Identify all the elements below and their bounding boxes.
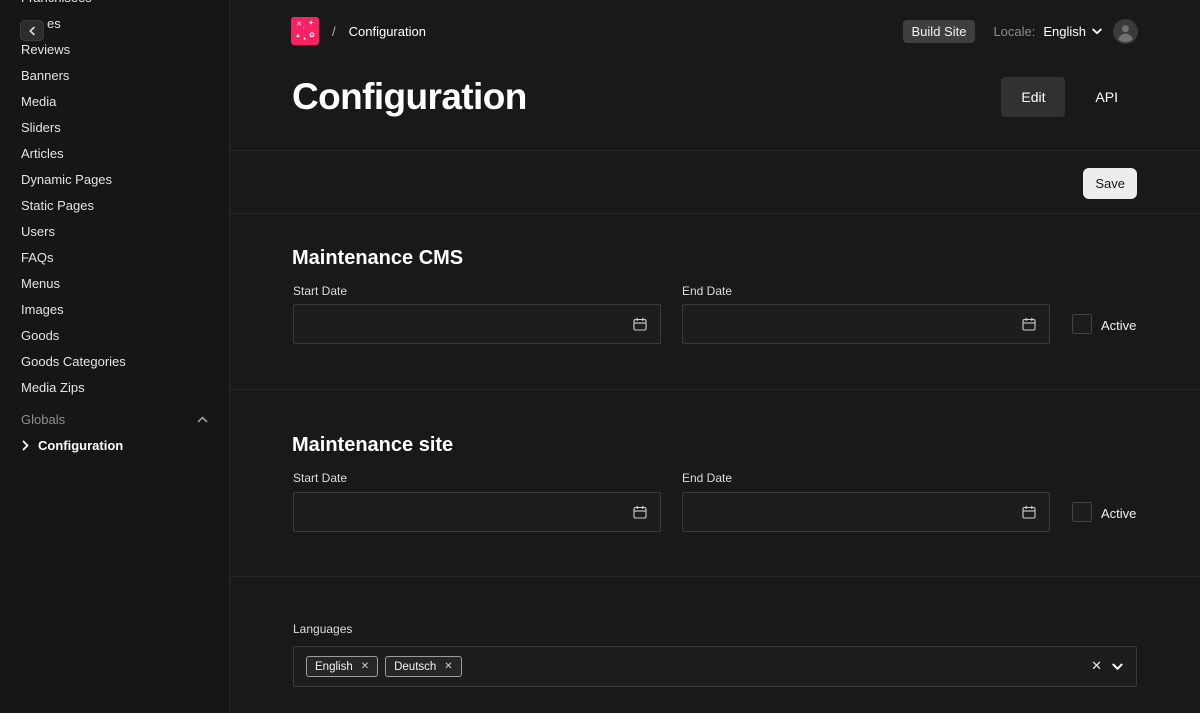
sidebar-item-sliders[interactable]: Sliders — [0, 115, 229, 141]
sidebar-item-franchisees[interactable]: Franchisees — [0, 0, 229, 11]
end-date-label: End Date — [682, 284, 732, 298]
start-date-field — [293, 304, 661, 344]
sidebar-item-media[interactable]: Media — [0, 89, 229, 115]
languages-label: Languages — [293, 622, 352, 636]
end-date-input[interactable] — [682, 304, 1050, 344]
chevron-down-icon — [1092, 28, 1102, 35]
user-avatar[interactable] — [1113, 19, 1138, 44]
sidebar-collapse-button[interactable] — [20, 20, 44, 41]
end-date-field — [682, 492, 1050, 532]
locale-select[interactable]: English — [1043, 24, 1102, 39]
calendar-icon[interactable] — [633, 317, 647, 331]
start-date-label: Start Date — [293, 471, 347, 485]
chevron-right-icon — [22, 440, 29, 451]
logo-speck-gear: ✿ — [309, 32, 315, 39]
start-date-label: Start Date — [293, 284, 347, 298]
breadcrumb-current[interactable]: Configuration — [349, 24, 426, 39]
sidebar: Franchisees es Reviews Banners Media Sli… — [0, 0, 230, 713]
active-checkbox[interactable] — [1072, 502, 1092, 522]
remove-tag-icon[interactable]: ✕ — [444, 661, 452, 672]
configuration-label: Configuration — [38, 438, 123, 453]
sidebar-item-media-zips[interactable]: Media Zips — [0, 375, 229, 401]
section-title: Maintenance CMS — [292, 247, 463, 270]
header-actions: Build Site Locale: English — [903, 19, 1138, 44]
breadcrumb: ✕ ✦ ▲ ● ✿ ▪ / Configuration Build Site L… — [291, 17, 1138, 45]
sidebar-item-articles[interactable]: Articles — [0, 141, 229, 167]
calendar-icon[interactable] — [1022, 505, 1036, 519]
sidebar-item-dynamic-pages[interactable]: Dynamic Pages — [0, 167, 229, 193]
sidebar-item-configuration[interactable]: Configuration — [0, 432, 229, 458]
start-date-field — [293, 492, 661, 532]
sidebar-item-menus[interactable]: Menus — [0, 271, 229, 297]
language-tag-deutsch: Deutsch ✕ — [385, 656, 462, 677]
sidebar-nav: Franchisees es Reviews Banners Media Sli… — [0, 0, 229, 401]
remove-tag-icon[interactable]: ✕ — [361, 661, 369, 672]
sidebar-item-goods[interactable]: Goods — [0, 323, 229, 349]
locale-value: English — [1043, 24, 1086, 39]
tag-label: Deutsch — [394, 661, 436, 673]
build-site-button[interactable]: Build Site — [903, 20, 976, 43]
calendar-icon[interactable] — [633, 505, 647, 519]
active-label: Active — [1101, 318, 1136, 333]
logo-speck-dot: ● — [303, 37, 306, 42]
section-maintenance-cms: Maintenance CMS Start Date End Date Acti… — [230, 214, 1200, 390]
section-maintenance-site: Maintenance site Start Date End Date Act… — [230, 390, 1200, 577]
active-label: Active — [1101, 506, 1136, 521]
sidebar-item-faqs[interactable]: FAQs — [0, 245, 229, 271]
title-row: Configuration Edit API — [292, 77, 1137, 117]
end-date-label: End Date — [682, 471, 732, 485]
sidebar-group-globals[interactable]: Globals — [0, 406, 229, 432]
chevron-down-icon[interactable] — [1112, 663, 1123, 671]
sidebar-item-images[interactable]: Images — [0, 297, 229, 323]
section-languages: Languages English ✕ Deutsch ✕ ✕ — [230, 577, 1200, 713]
languages-multiselect[interactable]: English ✕ Deutsch ✕ ✕ — [293, 646, 1137, 687]
start-date-input[interactable] — [293, 304, 661, 344]
app-logo[interactable]: ✕ ✦ ▲ ● ✿ ▪ — [291, 17, 319, 45]
language-tag-english: English ✕ — [306, 656, 378, 677]
start-date-input[interactable] — [293, 492, 661, 532]
chevron-up-icon — [197, 416, 208, 423]
save-bar: Save — [230, 151, 1200, 214]
page-title: Configuration — [292, 77, 527, 117]
tab-api[interactable]: API — [1095, 89, 1118, 105]
sidebar-item-static-pages[interactable]: Static Pages — [0, 193, 229, 219]
sidebar-item-users[interactable]: Users — [0, 219, 229, 245]
tab-edit[interactable]: Edit — [1001, 77, 1065, 117]
logo-speck-spark: ✦ — [308, 20, 314, 27]
sidebar-item-banners[interactable]: Banners — [0, 63, 229, 89]
save-button[interactable]: Save — [1083, 168, 1137, 199]
logo-speck-x: ✕ — [296, 21, 302, 28]
end-date-input[interactable] — [682, 492, 1050, 532]
breadcrumb-separator: / — [332, 24, 336, 39]
section-title: Maintenance site — [292, 434, 453, 457]
locale-label: Locale: — [993, 24, 1035, 39]
tag-label: English — [315, 661, 353, 673]
active-checkbox[interactable] — [1072, 314, 1092, 334]
logo-speck-dot2: ▪ — [303, 26, 304, 30]
globals-label: Globals — [21, 412, 65, 427]
logo-speck-triangle: ▲ — [295, 33, 301, 39]
chevron-left-icon — [28, 26, 36, 36]
end-date-field — [682, 304, 1050, 344]
main-content: ✕ ✦ ▲ ● ✿ ▪ / Configuration Build Site L… — [230, 0, 1200, 713]
page-header: ✕ ✦ ▲ ● ✿ ▪ / Configuration Build Site L… — [230, 0, 1200, 151]
clear-all-icon[interactable]: ✕ — [1091, 658, 1102, 674]
calendar-icon[interactable] — [1022, 317, 1036, 331]
sidebar-item-goods-categories[interactable]: Goods Categories — [0, 349, 229, 375]
view-tabs: Edit API — [1001, 77, 1137, 117]
